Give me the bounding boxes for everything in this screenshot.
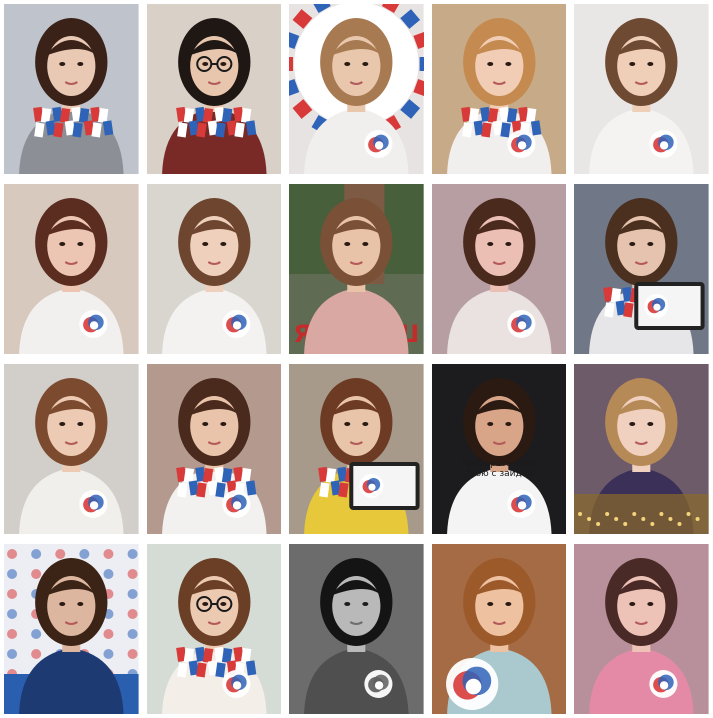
photo-tile-girl-holding-tablet [574,184,709,354]
photo-image [574,544,709,714]
photo-image [289,544,424,714]
photo-tile-girl-sitting-outdoors: Я ♥ РДШ [289,184,424,354]
shirt-logo [649,130,678,158]
shirt-logo [507,130,536,158]
photo-image [574,364,709,534]
photo-image [146,544,282,714]
photo-tile-girl-scarf-logo [146,364,282,534]
shirt-logo [445,658,499,710]
photo-image [574,184,709,354]
photo-image [574,4,709,174]
photo-tile-girl-event-booth [4,544,139,714]
photo-image [431,364,567,534]
photo-image [4,184,139,354]
photo-tile-girl-leaning-logo [146,184,282,354]
photo-tile-girl-sparkle-frame [574,364,709,534]
photo-image [289,364,424,534]
photo-image: Я ♥ РДШ [289,184,424,354]
photo-tile-girl-earphones-logo [431,544,567,714]
photo-image [146,4,282,174]
photo-image [431,544,567,714]
photo-tile-boy-text-shirt: приборать тебе твою с заидан [431,364,567,534]
photo-image [4,364,139,534]
photo-image [146,184,282,354]
photo-image [431,184,567,354]
photo-tile-girl-glasses-scarf [146,4,282,174]
photo-image [431,4,567,174]
photo-tile-girl-white-shirt-badge [574,4,709,174]
photo-image [4,4,139,174]
photo-collage-grid: Я ♥ РДШ приборать тебе твою с заидан [4,4,709,714]
shirt-logo [649,670,678,698]
shirt-logo [364,130,393,158]
photo-image [146,364,282,534]
photo-tile-girl-pink-lighting [431,184,567,354]
photo-tile-girl-white-shirt-logo [4,364,139,534]
photo-image [4,544,139,714]
shirt-logo [221,310,251,338]
photo-tile-girl-glasses-logo-wall [146,544,282,714]
shirt-logo [221,490,251,518]
shirt-logo [364,670,393,698]
shirt-logo [507,490,536,518]
shirt-logo [221,670,251,698]
photo-tile-girl-black-white [289,544,424,714]
photo-image [289,4,424,174]
photo-tile-girl-selfie-scarf [4,4,139,174]
photo-tile-girl-logo-backdrop [289,4,424,174]
shirt-logo [507,310,536,338]
sparkle-frame [574,494,709,534]
photo-tile-girl-pink-shirt [574,544,709,714]
shirt-logo [79,310,108,338]
shirt-text: приборать тебе твою с заидан [461,459,537,480]
shirt-logo [79,490,108,518]
photo-tile-girl-long-hair-logo [4,184,139,354]
tablet-logo [359,474,384,498]
tablet-logo [644,294,669,318]
photo-tile-girl-blonde-logo-scarf [431,4,567,174]
photo-tile-girl-with-tablet [289,364,424,534]
